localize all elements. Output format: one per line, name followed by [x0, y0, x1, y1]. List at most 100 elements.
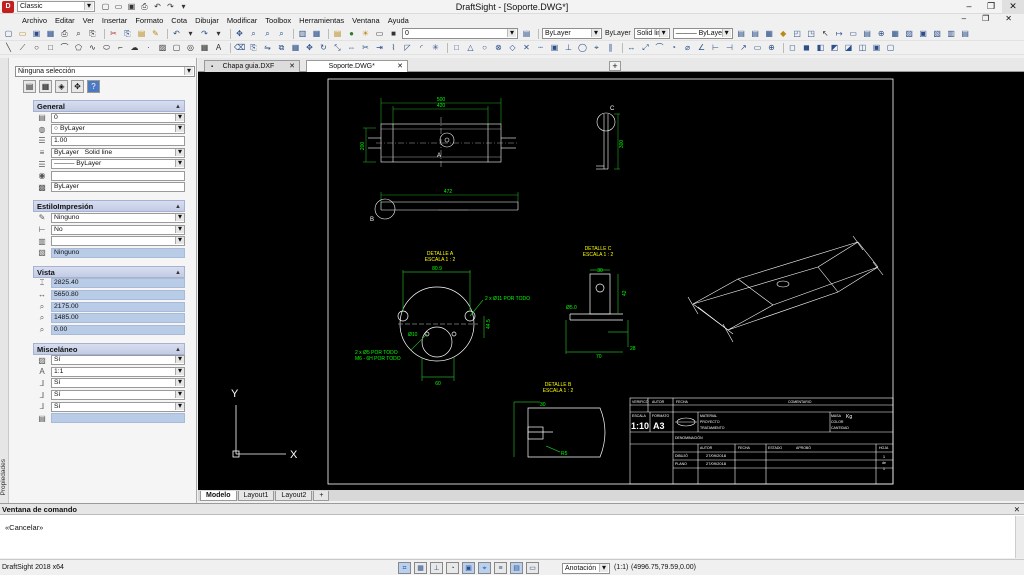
prop-misc-2[interactable]: 1:1 [51, 366, 185, 377]
dim-diameter-icon[interactable]: ⌀ [682, 42, 693, 53]
prop-view-center-x[interactable]: 2175.00 [51, 301, 185, 312]
redo-icon[interactable]: ↷ [199, 28, 210, 39]
prop-print-blank[interactable] [51, 236, 185, 247]
pan-icon[interactable]: ✥ [234, 28, 245, 39]
calculator-icon[interactable]: ▦ [890, 28, 901, 39]
doc-tab-chapa[interactable]: ▪ Chapa guia.DXF ✕ [204, 60, 300, 72]
rotate-icon[interactable]: ↻ [318, 42, 329, 53]
properties-icon[interactable]: ▥ [297, 28, 308, 39]
dim-linear-icon[interactable]: ↔ [626, 42, 637, 53]
ortho-mode-icon[interactable]: ⊥ [430, 562, 443, 574]
prop-view-width[interactable]: 5650.80 [51, 289, 185, 300]
quick-select-icon[interactable]: ◈ [55, 80, 68, 93]
undo-icon[interactable]: ↶ [152, 1, 163, 12]
scale-icon[interactable]: ⤡ [332, 42, 343, 53]
quick-access-dropdown-icon[interactable]: ▾ [178, 1, 189, 12]
dynamic-input-icon[interactable]: ▭ [526, 562, 539, 574]
sheet-tab-layout2[interactable]: Layout2 [275, 491, 313, 501]
menu-dibujar[interactable]: Dibujar [195, 16, 219, 25]
help-arrow-icon[interactable]: ↖ [820, 28, 831, 39]
annotation-scale[interactable]: (1:1) [614, 564, 628, 571]
linestyle-combo[interactable]: Solid line [633, 28, 670, 39]
list-icon[interactable]: ▤ [862, 28, 873, 39]
match-properties-icon[interactable]: ✎ [150, 28, 161, 39]
section-print-style[interactable]: EstiloImpresión [33, 200, 185, 213]
mirror-icon[interactable]: ⇋ [262, 42, 273, 53]
revision-cloud-icon[interactable]: ☁ [129, 42, 140, 53]
annotation-dropdown[interactable]: Anotación [562, 563, 610, 574]
doc-minimize-button[interactable]: – [962, 14, 966, 23]
prop-view-height[interactable]: 2825.40 [51, 278, 185, 289]
menu-toolbox[interactable]: Toolbox [265, 16, 291, 25]
print-icon[interactable]: ⎙ [59, 28, 70, 39]
prop-linestyle[interactable]: ByLayer Solid line [51, 147, 185, 158]
redo-dropdown-icon[interactable]: ▾ [213, 28, 224, 39]
polar-mode-icon[interactable]: ◔ [446, 562, 459, 574]
layer-lock-icon[interactable]: ▭ [374, 28, 385, 39]
dim-angular-icon[interactable]: ∠ [696, 42, 707, 53]
help-icon[interactable]: ? [87, 80, 100, 93]
menu-herramientas[interactable]: Herramientas [299, 16, 344, 25]
layer-color-icon[interactable]: ■ [388, 28, 399, 39]
drawing-svg[interactable]: 500 420 200 A C 300 472 B DETALLE A ESCA… [198, 72, 1024, 490]
snap-insertion-icon[interactable]: ▣ [549, 42, 560, 53]
restore-button[interactable]: ❐ [980, 0, 1002, 14]
leader-icon[interactable]: ↗ [738, 42, 749, 53]
dim-arc-icon[interactable]: ⌒ [654, 42, 665, 53]
prop-view-center-y[interactable]: 1485.00 [51, 313, 185, 324]
polygon-icon[interactable]: ⬠ [73, 42, 84, 53]
menu-ver[interactable]: Ver [83, 16, 94, 25]
line-icon[interactable]: ╲ [3, 42, 14, 53]
zoom-window-icon[interactable]: ⌕ [262, 28, 273, 39]
prop-misc-1[interactable]: Sí [51, 355, 185, 366]
snap-perpendicular-icon[interactable]: ⊥ [563, 42, 574, 53]
area-icon[interactable]: ▭ [848, 28, 859, 39]
snap-intersection-icon[interactable]: ✕ [521, 42, 532, 53]
hatch-draw-icon[interactable]: ▨ [157, 42, 168, 53]
trim-icon[interactable]: ✂ [360, 42, 371, 53]
esnap-mode-icon[interactable]: ▣ [462, 562, 475, 574]
new-icon[interactable]: ▢ [3, 28, 14, 39]
break-icon[interactable]: ⌇ [388, 42, 399, 53]
layer-unlocked-icon[interactable]: ☀ [360, 28, 371, 39]
selection-dropdown[interactable]: Ninguna selección [15, 66, 195, 77]
prop-hyperlink[interactable] [51, 170, 185, 181]
table-draw-icon[interactable]: ▦ [199, 42, 210, 53]
section-misc[interactable]: Misceláneo [33, 342, 185, 356]
zoom-previous-icon[interactable]: ⌕ [276, 28, 287, 39]
snap-node-icon[interactable]: ⊗ [493, 42, 504, 53]
doc-tab-soporte-close-icon[interactable]: ✕ [397, 61, 403, 72]
properties-palette-label[interactable]: Propiedades [0, 459, 9, 496]
snap-mode-icon[interactable]: ⌗ [398, 562, 411, 574]
properties-palette-strip[interactable]: Propiedades [0, 58, 9, 503]
image-icon[interactable]: ▧ [932, 28, 943, 39]
section-general[interactable]: General [33, 100, 185, 113]
menu-cota[interactable]: Cota [171, 16, 187, 25]
etrack-mode-icon[interactable]: ⌖ [478, 562, 491, 574]
undo-icon[interactable]: ↶ [171, 28, 182, 39]
prop-misc-4[interactable]: Sí [51, 390, 185, 401]
donut-icon[interactable]: ◎ [185, 42, 196, 53]
rectangle-icon[interactable]: □ [45, 42, 56, 53]
region-icon[interactable]: ▢ [171, 42, 182, 53]
color-picker-icon[interactable]: ◆ [778, 28, 789, 39]
prop-color[interactable]: ○ ByLayer [51, 124, 185, 135]
layer-combo[interactable]: 0 [402, 28, 518, 39]
note-icon[interactable]: A [213, 42, 224, 53]
stretch-icon[interactable]: ⇔ [346, 42, 357, 53]
prop-linescale[interactable]: 1.00 [51, 135, 185, 146]
lineweight-combo[interactable]: ——— ByLayer [672, 28, 733, 39]
spline-icon[interactable]: ∿ [87, 42, 98, 53]
offset-icon[interactable]: ⧉ [276, 42, 287, 53]
chamfer-icon[interactable]: ◸ [402, 42, 413, 53]
print-preview-icon[interactable]: ⌕ [73, 28, 84, 39]
menu-modificar[interactable]: Modificar [227, 16, 257, 25]
snap-quadrant-icon[interactable]: ◇ [507, 42, 518, 53]
snap-extension-icon[interactable]: ┄ [535, 42, 546, 53]
prop-print-table[interactable]: Ninguno [51, 247, 185, 258]
command-scrollbar[interactable] [1015, 516, 1024, 558]
doc-tab-soporte[interactable]: Soporte.DWG* ✕ [306, 60, 408, 72]
block-icon[interactable]: ▣ [918, 28, 929, 39]
id-point-icon[interactable]: ⊕ [876, 28, 887, 39]
doc-tab-chapa-close-icon[interactable]: ✕ [289, 61, 295, 72]
